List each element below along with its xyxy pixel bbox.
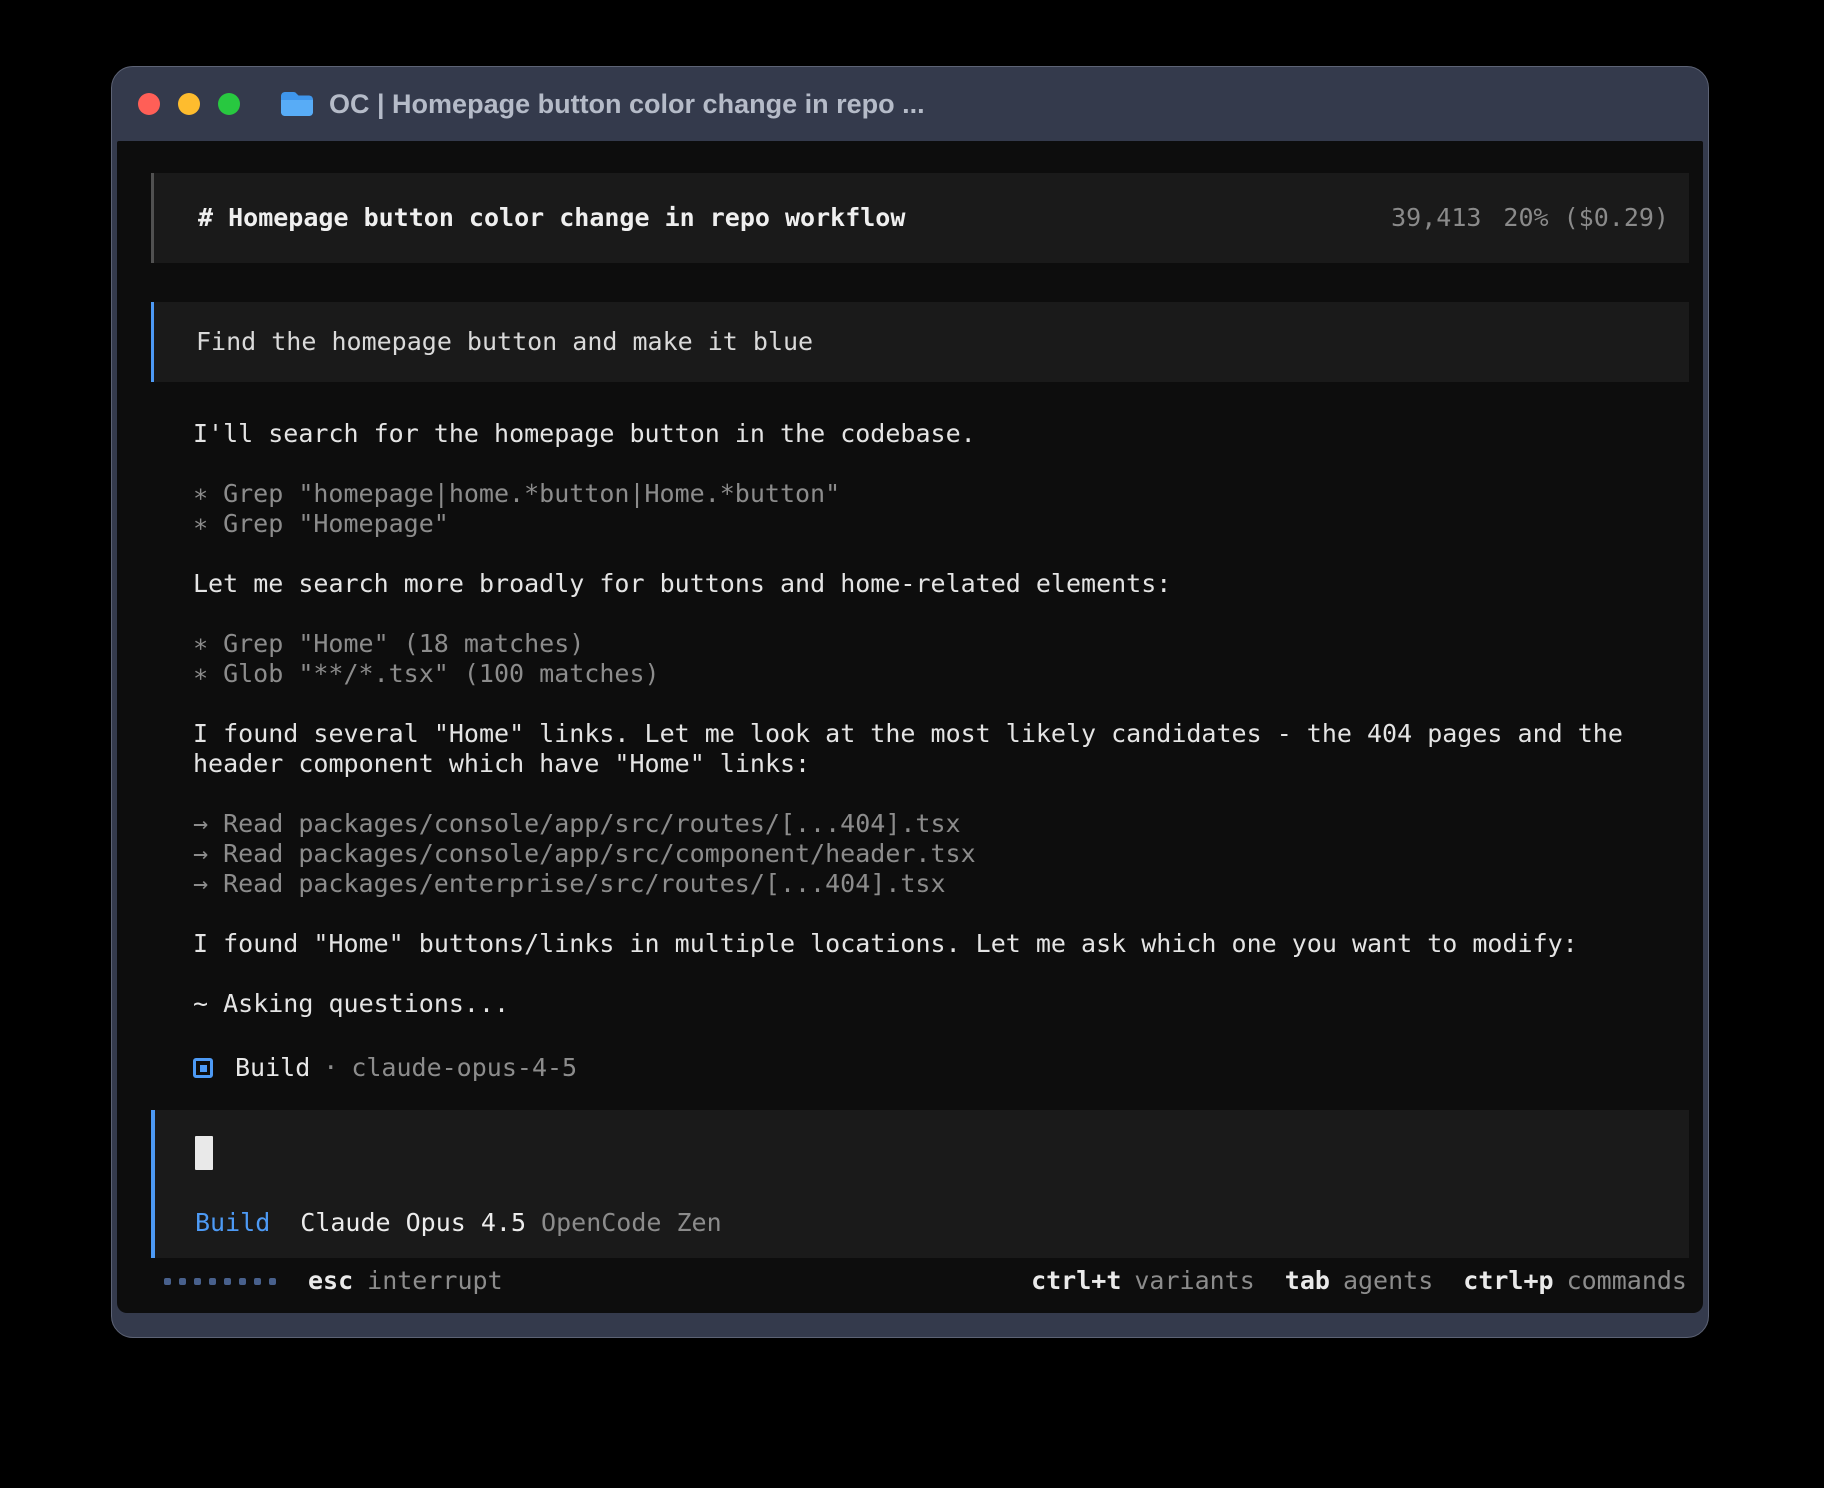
hint-label: variants bbox=[1134, 1266, 1254, 1296]
status-footer: esc interrupt ctrl+t variants tab agents… bbox=[117, 1266, 1703, 1296]
text-cursor bbox=[195, 1136, 213, 1170]
hint-variants: ctrl+t variants bbox=[1031, 1266, 1255, 1296]
window-title: OC | Homepage button color change in rep… bbox=[329, 89, 925, 120]
session-header: # Homepage button color change in repo w… bbox=[151, 173, 1689, 263]
agent-model: claude-opus-4-5 bbox=[351, 1053, 577, 1083]
read-call-text: Read packages/console/app/src/routes/[..… bbox=[223, 809, 961, 839]
agent-square-icon bbox=[193, 1058, 213, 1078]
asking-status: ~ Asking questions... bbox=[193, 989, 1633, 1019]
tool-call-text: Grep "Home" (18 matches) bbox=[223, 629, 584, 659]
terminal-window: OC | Homepage button color change in rep… bbox=[111, 66, 1709, 1338]
esc-key-hint: esc bbox=[308, 1266, 353, 1296]
read-call-text: Read packages/enterprise/src/routes/[...… bbox=[223, 869, 945, 899]
read-call-line: → Read packages/enterprise/src/routes/[.… bbox=[193, 869, 1633, 899]
tool-call-line: ∗ Grep "Home" (18 matches) bbox=[193, 629, 1633, 659]
tool-call-group: ∗ Grep "Home" (18 matches) ∗ Glob "**/*.… bbox=[193, 629, 1633, 689]
assistant-paragraph: I'll search for the homepage button in t… bbox=[193, 419, 1633, 449]
arrow-right-icon: → bbox=[193, 839, 208, 869]
tool-bullet-icon: ∗ bbox=[193, 629, 208, 659]
read-call-group: → Read packages/console/app/src/routes/[… bbox=[193, 809, 1633, 899]
assistant-paragraph: I found "Home" buttons/links in multiple… bbox=[193, 929, 1633, 959]
tool-call-text: Grep "Homepage" bbox=[223, 509, 449, 539]
progress-dots-icon bbox=[164, 1278, 276, 1285]
minimize-button[interactable] bbox=[178, 93, 200, 115]
tool-call-text: Grep "homepage|home.*button|Home.*button… bbox=[223, 479, 840, 509]
tool-call-text: Glob "**/*.tsx" (100 matches) bbox=[223, 659, 660, 689]
close-button[interactable] bbox=[138, 93, 160, 115]
hint-label: commands bbox=[1567, 1266, 1687, 1296]
prompt-agent-label[interactable]: Build bbox=[195, 1208, 270, 1238]
terminal-viewport[interactable]: # Homepage button color change in repo w… bbox=[117, 141, 1703, 1313]
user-message-text: Find the homepage button and make it blu… bbox=[196, 327, 813, 357]
prompt-input[interactable]: Build Claude Opus 4.5 OpenCode Zen bbox=[151, 1110, 1689, 1258]
prompt-provider-label: OpenCode Zen bbox=[541, 1208, 722, 1238]
arrow-right-icon: → bbox=[193, 809, 208, 839]
hint-key: ctrl+t bbox=[1031, 1266, 1121, 1296]
tool-bullet-icon: ∗ bbox=[193, 509, 208, 539]
esc-key-label: interrupt bbox=[367, 1266, 502, 1296]
agent-name: Build bbox=[235, 1053, 310, 1083]
tool-call-line: ∗ Grep "Homepage" bbox=[193, 509, 1633, 539]
footer-right: ctrl+t variants tab agents ctrl+p comman… bbox=[1031, 1266, 1687, 1296]
token-count: 39,413 bbox=[1391, 203, 1481, 233]
hint-commands: ctrl+p commands bbox=[1463, 1266, 1687, 1296]
agent-separator: · bbox=[323, 1053, 338, 1083]
zoom-button[interactable] bbox=[218, 93, 240, 115]
assistant-paragraph: Let me search more broadly for buttons a… bbox=[193, 569, 1633, 599]
session-stats: 39,413 20% ($0.29) bbox=[1391, 203, 1669, 233]
read-call-line: → Read packages/console/app/src/componen… bbox=[193, 839, 1633, 869]
footer-left: esc interrupt bbox=[164, 1266, 503, 1296]
user-message: Find the homepage button and make it blu… bbox=[151, 302, 1689, 382]
arrow-right-icon: → bbox=[193, 869, 208, 899]
read-call-line: → Read packages/console/app/src/routes/[… bbox=[193, 809, 1633, 839]
assistant-paragraph: I found several "Home" links. Let me loo… bbox=[193, 719, 1633, 779]
agent-status-row: Build · claude-opus-4-5 bbox=[193, 1053, 1703, 1083]
context-usage: 20% ($0.29) bbox=[1503, 203, 1669, 233]
tool-call-line: ∗ Grep "homepage|home.*button|Home.*butt… bbox=[193, 479, 1633, 509]
prompt-model-label[interactable]: Claude Opus 4.5 bbox=[300, 1208, 526, 1238]
hint-key: ctrl+p bbox=[1463, 1266, 1553, 1296]
tool-bullet-icon: ∗ bbox=[193, 659, 208, 689]
hint-label: agents bbox=[1343, 1266, 1433, 1296]
folder-icon bbox=[280, 90, 314, 118]
hint-agents: tab agents bbox=[1285, 1266, 1433, 1296]
titlebar[interactable]: OC | Homepage button color change in rep… bbox=[112, 67, 1708, 141]
tool-bullet-icon: ∗ bbox=[193, 479, 208, 509]
assistant-transcript: I'll search for the homepage button in t… bbox=[193, 419, 1633, 1019]
tool-call-line: ∗ Glob "**/*.tsx" (100 matches) bbox=[193, 659, 1633, 689]
read-call-text: Read packages/console/app/src/component/… bbox=[223, 839, 976, 869]
model-row: Build Claude Opus 4.5 OpenCode Zen bbox=[195, 1208, 722, 1238]
session-title: # Homepage button color change in repo w… bbox=[198, 203, 905, 233]
hint-key: tab bbox=[1285, 1266, 1330, 1296]
tool-call-group: ∗ Grep "homepage|home.*button|Home.*butt… bbox=[193, 479, 1633, 539]
